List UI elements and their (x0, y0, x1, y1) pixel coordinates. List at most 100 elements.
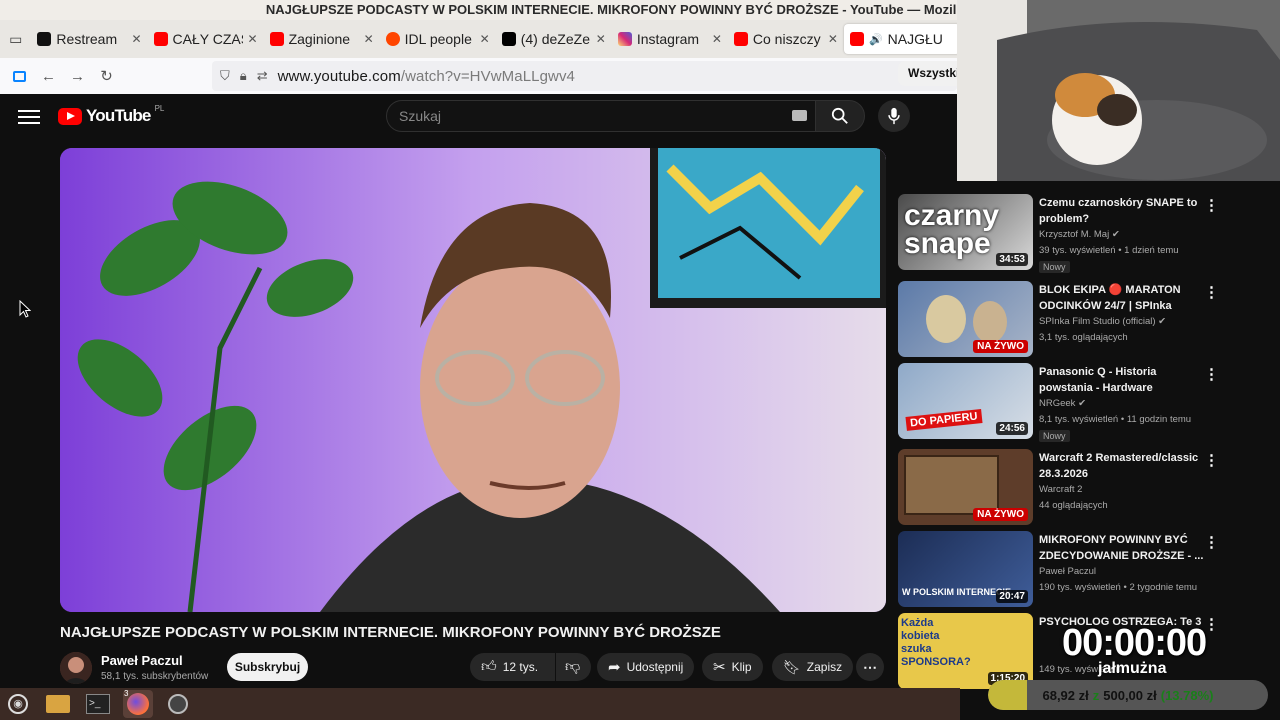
tab-x[interactable]: (4) deZeZe ✕ (496, 24, 612, 54)
donation-progress-bar: 68,92 zł z 500,00 zł (13.78%) (988, 680, 1268, 710)
video-player[interactable] (60, 148, 886, 612)
tab-caly-czas[interactable]: CAŁY CZAS ✕ (148, 24, 264, 54)
tracking-shield-icon[interactable]: ⛉ (220, 68, 230, 84)
like-button[interactable]: 👍︎ 12 tys. (470, 653, 555, 681)
more-vertical-icon[interactable]: ⋮ (1204, 533, 1219, 551)
tab-instagram[interactable]: Instagram ✕ (612, 24, 728, 54)
audio-playing-icon[interactable]: 🔊 (869, 33, 883, 46)
recommendation-title[interactable]: Czemu czarnoskóry SNAPE to problem? (1039, 195, 1204, 227)
close-tab-icon[interactable]: ✕ (828, 32, 838, 46)
video-thumbnail[interactable]: NA ŻYWO (898, 449, 1033, 525)
tab-zaginione[interactable]: Zaginione ✕ (264, 24, 380, 54)
thumbnail-text: Każda kobieta szuka SPONSORA? (901, 617, 971, 668)
recommendation-channel[interactable]: Krzysztof M. Maj ✔ (1039, 229, 1120, 240)
search-button[interactable] (815, 100, 865, 132)
recommendation-channel[interactable]: SPInka Film Studio (official) ✔ (1039, 316, 1166, 327)
share-button[interactable]: ➦ Udostępnij (597, 653, 695, 681)
thumbnail-cartoon (926, 295, 966, 343)
filter-chip-all[interactable]: Wszystkie (898, 61, 960, 86)
lock-icon[interactable]: 🔒︎ (240, 68, 247, 84)
recommendation-channel[interactable]: Paweł Paczul (1039, 566, 1096, 577)
recommendation-item[interactable]: NA ŻYWO Warcraft 2 Remastered/classic 28… (898, 449, 1280, 525)
youtube-favicon-icon (153, 32, 168, 46)
youtube-page: YouTube PL Szukaj NAJGŁUPSZE PODCASTY W … (0, 94, 960, 688)
tab-co-niszczy[interactable]: Co niszczy ✕ (728, 24, 844, 54)
duration-badge: 20:47 (996, 590, 1028, 603)
recommendation-item[interactable]: W POLSKIM INTERNECIE 20:47 MIKROFONY POW… (898, 531, 1280, 607)
file-manager-icon[interactable] (43, 690, 73, 718)
dislike-button[interactable]: 👎︎ (556, 653, 591, 681)
video-actions-row: Paweł Paczul 58,1 tys. subskrybentów Sub… (60, 652, 886, 688)
close-tab-icon[interactable]: ✕ (248, 32, 258, 46)
tab-active-youtube[interactable]: 🔊 NAJGŁU (843, 24, 961, 54)
thumbnail-text: czarny snape (904, 199, 1000, 260)
video-thumbnail[interactable]: NA ŻYWO (898, 281, 1033, 357)
back-icon[interactable]: ← (34, 61, 63, 91)
voice-search-button[interactable] (878, 100, 910, 132)
duration-badge: 34:53 (996, 253, 1028, 266)
more-vertical-icon[interactable]: ⋮ (1204, 451, 1219, 469)
video-thumbnail[interactable]: Każda kobieta szuka SPONSORA? 1:15:20 (898, 613, 1033, 689)
obs-icon[interactable] (163, 690, 193, 718)
more-vertical-icon[interactable]: ⋮ (1204, 196, 1219, 214)
recommendation-item[interactable]: NA ŻYWO BLOK EKIPA 🔴 MARATON ODCINKÓW 24… (898, 281, 1280, 357)
channel-name[interactable]: Paweł Paczul (101, 653, 183, 668)
share-icon: ➦ (608, 659, 621, 676)
more-vertical-icon[interactable]: ⋮ (1204, 615, 1219, 633)
reload-icon[interactable]: ↻ (92, 61, 121, 91)
verified-icon: ✔ (1078, 398, 1087, 409)
save-button[interactable]: 🔖︎ Zapisz (772, 653, 854, 681)
recommendation-title[interactable]: Warcraft 2 Remastered/classic 28.3.2026 (1039, 450, 1204, 482)
webcam-feed (957, 0, 1280, 181)
video-thumbnail[interactable]: W POLSKIM INTERNECIE 20:47 (898, 531, 1033, 607)
video-thumbnail[interactable]: czarny snape 34:53 (898, 194, 1033, 270)
more-vertical-icon[interactable]: ⋮ (1204, 283, 1219, 301)
tab-idl-people[interactable]: IDL people ✕ (380, 24, 496, 54)
thumbs-up-icon: 👍︎ (481, 658, 497, 675)
video-thumbnail[interactable]: DO PAPIERU 24:56 (898, 363, 1033, 439)
menu-icon[interactable] (18, 106, 40, 126)
recommendation-channel[interactable]: Warcraft 2 (1039, 484, 1082, 495)
youtube-logo[interactable]: YouTube PL (58, 104, 164, 126)
keyboard-icon[interactable] (792, 110, 807, 121)
recommendation-title[interactable]: Panasonic Q - Historia powstania - Hardw… (1039, 364, 1204, 396)
clip-button[interactable]: ✂ Klip (702, 653, 763, 681)
recommendation-title[interactable]: BLOK EKIPA 🔴 MARATON ODCINKÓW 24/7 | SPI… (1039, 282, 1204, 314)
recommendation-item[interactable]: DO PAPIERU 24:56 Panasonic Q - Historia … (898, 363, 1280, 442)
taskbar: ◉ >_ 3 (0, 688, 960, 720)
close-tab-icon[interactable]: ✕ (364, 32, 374, 46)
more-actions-button[interactable]: ⋯ (856, 653, 884, 681)
new-badge: Nowy (1039, 430, 1070, 442)
firefox-icon[interactable]: 3 (123, 689, 153, 718)
tab-list-icon[interactable]: ▭ (0, 20, 31, 58)
duration-badge: 24:56 (996, 422, 1028, 435)
youtube-favicon-icon (849, 32, 864, 46)
instagram-favicon-icon (617, 32, 632, 46)
close-tab-icon[interactable]: ✕ (131, 32, 141, 46)
live-badge: NA ŻYWO (973, 508, 1028, 521)
forward-icon[interactable]: → (63, 61, 92, 91)
permissions-icon[interactable]: ⇄ (257, 68, 268, 84)
youtube-play-icon (58, 107, 82, 125)
navigation-toolbar: ← → ↻ ⛉ 🔒︎ ⇄ www.youtube.com/watch?v=HVw… (0, 58, 960, 94)
recommendation-title[interactable]: MIKROFONY POWINNY BYĆ ZDECYDOWANIE DROŻS… (1039, 532, 1204, 564)
url-text[interactable]: www.youtube.com/watch?v=HVwMaLLgwv4 (278, 68, 575, 85)
bookmark-icon: 🔖︎ (783, 658, 801, 675)
more-vertical-icon[interactable]: ⋮ (1204, 365, 1219, 383)
recommendation-meta: 190 tys. wyświetleń • 2 tygodnie temu (1039, 582, 1198, 593)
search-input[interactable]: Szukaj (386, 100, 816, 132)
subscribe-button[interactable]: Subskrybuj (227, 653, 308, 681)
avatar-image (60, 652, 92, 684)
terminal-icon[interactable]: >_ (83, 690, 113, 718)
url-bar[interactable]: ⛉ 🔒︎ ⇄ www.youtube.com/watch?v=HVwMaLLgw… (212, 61, 957, 91)
recommendation-item[interactable]: czarny snape 34:53 Czemu czarnoskóry SNA… (898, 194, 1280, 273)
tab-restream[interactable]: Restream ✕ (31, 24, 147, 54)
close-tab-icon[interactable]: ✕ (480, 32, 490, 46)
start-menu-icon[interactable]: ◉ (3, 690, 33, 718)
sidebar-toggle-icon[interactable] (5, 61, 34, 91)
recommendation-channel[interactable]: NRGeek ✔ (1039, 398, 1086, 409)
channel-avatar[interactable] (60, 652, 92, 684)
close-tab-icon[interactable]: ✕ (596, 32, 606, 46)
close-tab-icon[interactable]: ✕ (712, 32, 722, 46)
donation-goal-label: jałmużna (1098, 660, 1167, 677)
